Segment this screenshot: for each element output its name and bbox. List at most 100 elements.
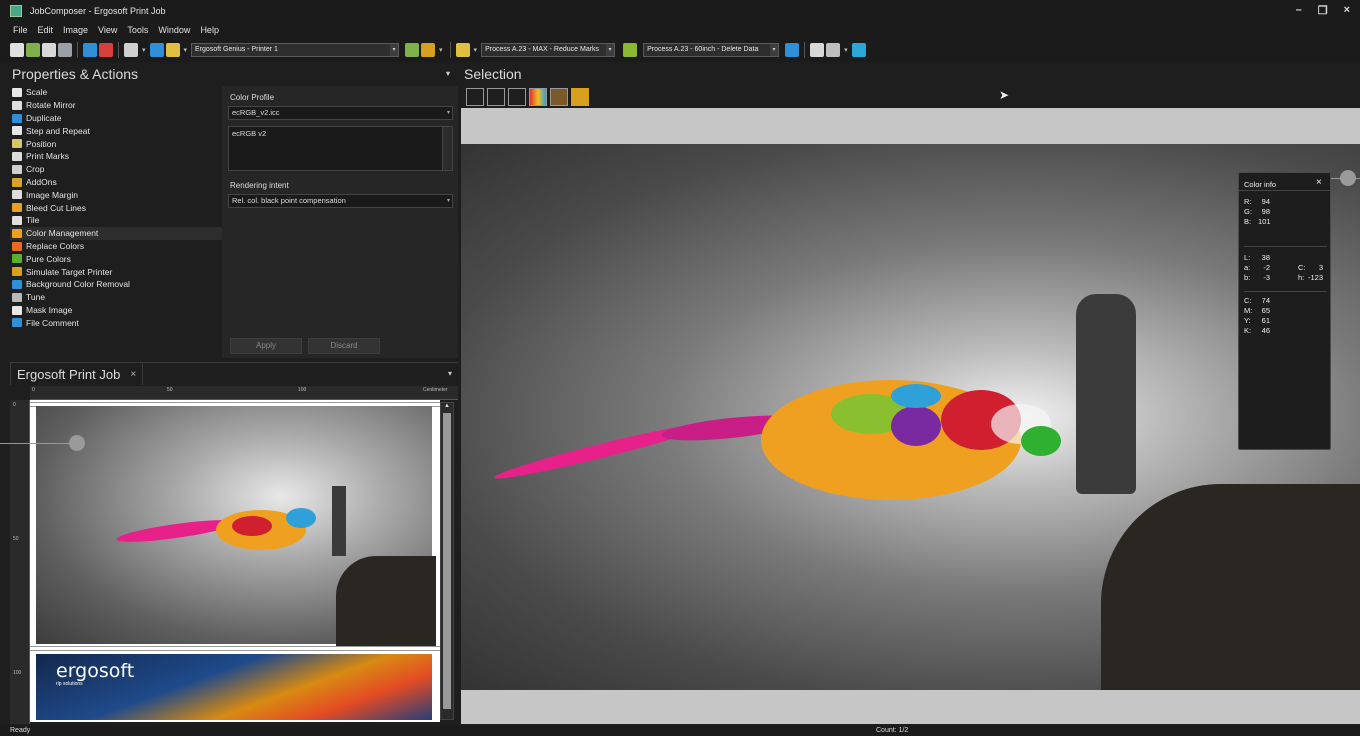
action-icon	[12, 267, 22, 277]
color-separation-icon[interactable]	[529, 88, 547, 106]
menu-tools[interactable]: Tools	[122, 25, 153, 35]
warning-icon[interactable]	[571, 88, 589, 106]
action-icon	[12, 279, 22, 289]
scrollbar-thumb[interactable]	[443, 413, 451, 709]
align-icon[interactable]	[83, 42, 97, 57]
action-item[interactable]: Color Management	[10, 226, 222, 240]
process-settings-icon[interactable]	[421, 42, 436, 57]
tab-ergosoft-print-job[interactable]: Ergosoft Print Job ×	[10, 363, 144, 385]
chevron-down-icon[interactable]: ▾	[142, 46, 146, 54]
scroll-up-icon[interactable]: ▲	[441, 403, 453, 413]
close-window-button[interactable]: ×	[1344, 4, 1350, 17]
preview-image-splash[interactable]	[36, 406, 436, 646]
discard-button[interactable]: Discard	[308, 338, 380, 354]
action-item[interactable]: AddOns	[10, 176, 222, 189]
color-channel-label: K:	[1244, 326, 1252, 335]
action-label: Step and Repeat	[26, 125, 90, 136]
action-item[interactable]: Scale	[10, 86, 222, 99]
apply-button[interactable]: Apply	[230, 338, 302, 354]
action-item[interactable]: Position	[10, 137, 222, 150]
preview-scrollbar[interactable]: ▲	[440, 402, 454, 720]
selection-image[interactable]	[461, 144, 1360, 690]
profile-description-box[interactable]: ecRGB v2	[228, 126, 453, 171]
selection-canvas[interactable]	[461, 108, 1360, 724]
action-label: Background Color Removal	[26, 279, 130, 290]
single-view-icon[interactable]	[466, 88, 484, 106]
menu-bar: File Edit Image View Tools Window Help	[0, 22, 1360, 37]
restore-button[interactable]: ❐	[1318, 4, 1328, 17]
color-channel-value: 101	[1258, 217, 1271, 226]
woman-figure	[1076, 294, 1136, 494]
printer-select[interactable]: Ergosoft Genius - Printer 1 ▾	[191, 42, 400, 57]
action-item[interactable]: Tune	[10, 291, 222, 304]
action-item[interactable]: Rotate Mirror	[10, 99, 222, 112]
panel-layout-icon[interactable]	[826, 42, 841, 57]
tile-icon[interactable]	[810, 42, 825, 57]
color-channel-value: 61	[1261, 316, 1270, 325]
minimize-button[interactable]: –	[1296, 4, 1302, 17]
action-icon	[12, 139, 22, 149]
import-icon[interactable]	[26, 42, 40, 57]
rendering-intent-select[interactable]: Rel. col. black point compensation ▾	[228, 194, 453, 208]
color-bar-icon[interactable]	[99, 42, 113, 57]
color-profile-select[interactable]: ecRGB_v2.icc ▾	[228, 106, 453, 120]
send-icon[interactable]	[785, 42, 800, 57]
menu-window[interactable]: Window	[153, 25, 195, 35]
refresh-icon[interactable]	[851, 42, 866, 57]
quad-view-icon[interactable]	[508, 88, 526, 106]
color-map-icon[interactable]	[550, 88, 568, 106]
action-item[interactable]: File Comment	[10, 316, 222, 329]
gear-icon[interactable]	[623, 42, 638, 57]
action-item[interactable]: Bleed Cut Lines	[10, 201, 222, 214]
action-label: Replace Colors	[26, 240, 85, 251]
action-icon	[12, 203, 22, 213]
menu-edit[interactable]: Edit	[33, 25, 59, 35]
action-item[interactable]: Background Color Removal	[10, 278, 222, 291]
target-icon[interactable]	[455, 42, 470, 57]
action-item[interactable]: Crop	[10, 163, 222, 176]
color-channel-label: a:	[1244, 263, 1251, 272]
ergosoft-tagline: rip solutions	[56, 681, 83, 687]
chevron-down-icon[interactable]: ▾	[474, 46, 478, 54]
chevron-down-icon[interactable]: ▾	[448, 369, 452, 378]
process-select-1[interactable]: Process A.23 - MAX - Reduce Marks ▾	[481, 42, 616, 57]
target-icon[interactable]	[165, 42, 180, 57]
action-label: Image Margin	[26, 189, 78, 200]
app-icon	[10, 5, 22, 17]
split-view-icon[interactable]	[487, 88, 505, 106]
action-item[interactable]: Print Marks	[10, 150, 222, 163]
add-file-icon[interactable]	[10, 42, 24, 57]
description-scrollbar[interactable]	[442, 127, 452, 170]
action-label: Mask Image	[26, 304, 73, 315]
close-icon[interactable]: ×	[1316, 177, 1322, 188]
selection-header: ▾ Selection	[446, 64, 1360, 86]
ruler-label: 100	[298, 387, 307, 393]
action-item[interactable]: Mask Image	[10, 304, 222, 317]
menu-image[interactable]: Image	[58, 25, 93, 35]
action-icon	[12, 177, 22, 187]
action-item[interactable]: Pure Colors	[10, 252, 222, 265]
chevron-down-icon[interactable]: ▾	[844, 46, 848, 54]
job-preview[interactable]: ergosoft rip solutions	[30, 400, 440, 722]
queue-icon[interactable]	[405, 42, 420, 57]
layout-icon[interactable]	[42, 42, 56, 57]
action-item[interactable]: Replace Colors	[10, 240, 222, 253]
grid-icon[interactable]	[124, 42, 138, 57]
action-item[interactable]: Tile	[10, 214, 222, 227]
printer-settings-icon[interactable]	[149, 42, 164, 57]
action-item[interactable]: Step and Repeat	[10, 124, 222, 137]
action-item[interactable]: Duplicate	[10, 112, 222, 125]
action-item[interactable]: Image Margin	[10, 188, 222, 201]
process-select-2[interactable]: Process A.23 - 60inch - Delete Data ▾	[643, 42, 780, 57]
close-icon[interactable]: ×	[130, 369, 136, 380]
preview-image-umbrellas[interactable]: ergosoft rip solutions	[36, 654, 432, 720]
nest-icon[interactable]	[58, 42, 72, 57]
chevron-down-icon[interactable]: ▾	[439, 46, 443, 54]
menu-help[interactable]: Help	[195, 25, 224, 35]
chevron-down-icon[interactable]: ▾	[184, 46, 188, 54]
menu-file[interactable]: File	[8, 25, 33, 35]
menu-view[interactable]: View	[93, 25, 122, 35]
color-channel-label: L:	[1244, 253, 1251, 262]
action-item[interactable]: Simulate Target Printer	[10, 265, 222, 278]
chevron-down-icon[interactable]: ▾	[446, 69, 450, 78]
